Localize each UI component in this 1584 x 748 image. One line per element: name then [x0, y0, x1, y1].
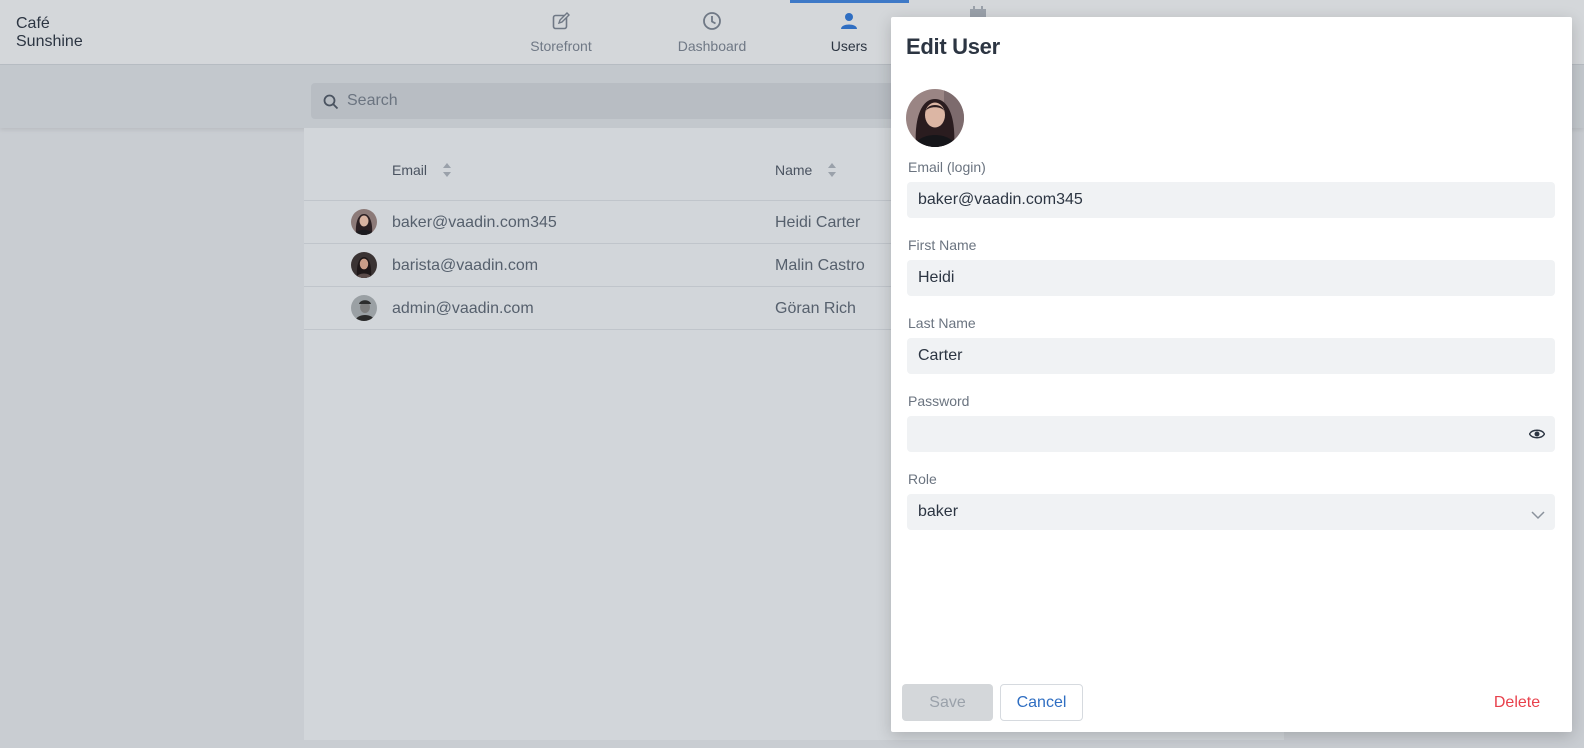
avatar [351, 252, 377, 278]
password-field-label: Password [908, 393, 970, 409]
row-email: baker@vaadin.com345 [392, 214, 557, 231]
brand-line-2: Sunshine [16, 33, 83, 50]
row-name: Malin Castro [775, 257, 865, 274]
eye-icon[interactable] [1528, 427, 1546, 445]
row-name: Heidi Carter [775, 214, 861, 231]
email-field-label: Email (login) [908, 159, 986, 175]
role-field-label: Role [908, 471, 937, 487]
column-header-email-label: Email [392, 162, 428, 178]
user-icon [826, 8, 872, 32]
role-select[interactable]: baker [907, 494, 1555, 530]
column-header-name-label: Name [775, 162, 813, 178]
search-input[interactable]: Search [311, 83, 911, 119]
row-email: barista@vaadin.com [392, 257, 539, 274]
dialog-title: Edit User [906, 34, 1000, 59]
edit-user-dialog: Edit User Email (login) baker@vaadin.com… [891, 17, 1572, 732]
search-icon [323, 94, 339, 110]
role-selected-value: baker [918, 503, 959, 520]
active-tab-indicator [790, 0, 909, 3]
app-brand: Café Sunshine [16, 15, 83, 51]
tab-dashboard[interactable]: Dashboard [670, 8, 754, 60]
row-name: Göran Rich [775, 300, 856, 317]
delete-button[interactable]: Delete [1482, 684, 1552, 721]
first-name-field-label: First Name [908, 237, 977, 253]
avatar [351, 209, 377, 235]
tab-users-label: Users [830, 38, 868, 54]
first-name-field[interactable]: Heidi [907, 260, 1555, 296]
column-header-email[interactable]: Email [392, 162, 451, 180]
last-name-field[interactable]: Carter [907, 338, 1555, 374]
tab-users[interactable]: Users [826, 8, 872, 60]
row-email: admin@vaadin.com [392, 300, 534, 317]
sort-icon[interactable] [442, 163, 451, 180]
avatar [351, 295, 377, 321]
save-button[interactable]: Save [902, 684, 993, 721]
tab-dashboard-label: Dashboard [677, 38, 747, 54]
clock-icon [670, 8, 754, 32]
tab-storefront-label: Storefront [530, 38, 592, 54]
edit-icon [520, 8, 602, 32]
sort-icon[interactable] [828, 163, 837, 180]
tab-storefront[interactable]: Storefront [520, 8, 602, 60]
email-field[interactable]: baker@vaadin.com345 [907, 182, 1555, 218]
brand-line-1: Café [16, 15, 50, 32]
last-name-field-label: Last Name [908, 315, 976, 331]
password-field[interactable] [907, 416, 1555, 452]
column-header-name[interactable]: Name [775, 162, 837, 180]
search-placeholder: Search [347, 92, 398, 109]
chevron-down-icon[interactable] [1531, 507, 1545, 525]
user-photo [906, 89, 964, 147]
cancel-button[interactable]: Cancel [1000, 684, 1083, 721]
